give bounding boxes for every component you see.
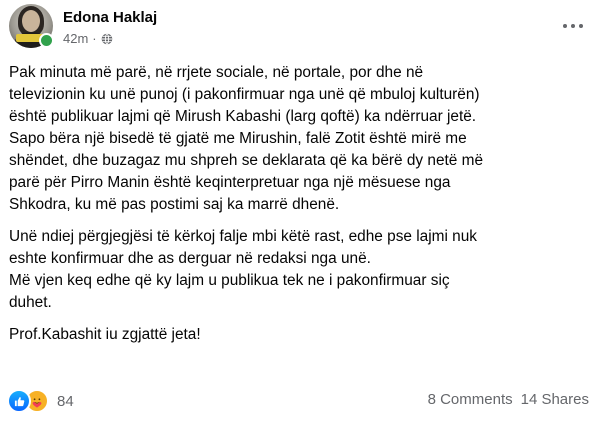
text-line: televizionin ku unë punoj (i pakonfirmua… — [9, 86, 480, 103]
post-text: Pak minuta më parë, në rrjete sociale, n… — [9, 62, 595, 346]
paragraph-2: Unë ndiej përgjegjësi të kërkoj falje mb… — [9, 226, 595, 314]
text-line: Prof.Kabashit iu zgjattë jeta! — [9, 326, 201, 343]
globe-icon[interactable] — [101, 32, 113, 45]
author-name[interactable]: Edona Haklaj — [63, 9, 157, 26]
shares-count-link[interactable]: 14 Shares — [521, 391, 589, 408]
avatar[interactable] — [9, 4, 54, 48]
text-line: duhet. — [9, 294, 52, 311]
paragraph-1: Pak minuta më parë, në rrjete sociale, n… — [9, 62, 595, 216]
post-timestamp[interactable]: 42m — [63, 31, 88, 46]
like-reaction-icon — [7, 389, 31, 413]
separator-dot: · — [92, 31, 97, 46]
more-options-icon[interactable] — [563, 22, 583, 30]
paragraph-3: Prof.Kabashit iu zgjattë jeta! — [9, 324, 595, 346]
text-line: eshte konfirmuar dhe as derguar në redak… — [9, 250, 371, 267]
text-line: Pak minuta më parë, në rrjete sociale, n… — [9, 64, 424, 81]
comments-count-link[interactable]: 8 Comments — [428, 391, 513, 408]
text-line: parë për Pirro Manin është keqinterpretu… — [9, 174, 451, 191]
text-line: Unë ndiej përgjegjësi të kërkoj falje mb… — [9, 228, 477, 245]
text-line: Sapo bëra një bisedë të gjatë me Mirushi… — [9, 130, 467, 147]
text-line: shëndet, dhe buzagaz mu shpreh se deklar… — [9, 152, 483, 169]
text-line: Shkodra, ku më pas postimi saj ka marrë … — [9, 196, 340, 213]
text-line: është publikuar lajmi që Mirush Kabashi … — [9, 108, 477, 125]
reactions-summary[interactable]: 84 — [7, 389, 74, 413]
reaction-count: 84 — [57, 392, 74, 410]
text-line: Më vjen keq edhe që ky lajm u publikua t… — [9, 272, 450, 289]
facebook-post: Edona Haklaj 42m · Pak minuta më parë, n… — [0, 0, 603, 428]
engagement-counts: 8 Comments 14 Shares — [428, 391, 589, 408]
post-meta: 42m · — [63, 31, 113, 46]
online-status-indicator — [39, 33, 54, 48]
